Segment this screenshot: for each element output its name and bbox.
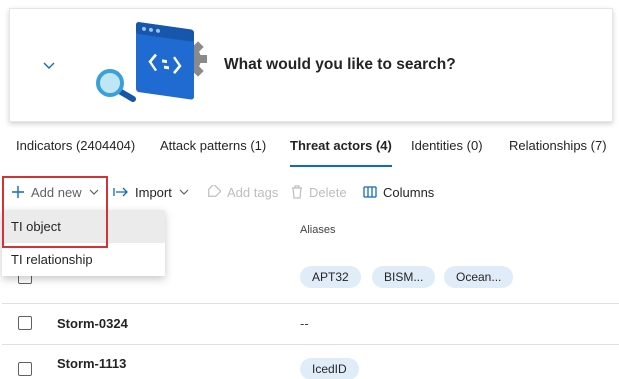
alias-pill[interactable]: IcedID — [300, 358, 359, 379]
add-new-menu: TI object TI relationship — [2, 210, 165, 276]
row-checkbox[interactable] — [18, 316, 32, 330]
chevron-down-icon — [179, 189, 189, 195]
plus-icon — [12, 186, 24, 198]
row-divider — [2, 303, 619, 304]
menu-item-ti-object[interactable]: TI object — [2, 210, 165, 243]
alias-pill[interactable]: Ocean... — [444, 266, 514, 288]
trash-icon — [292, 185, 302, 199]
delete-button[interactable]: Delete — [291, 178, 347, 206]
toolbar: Add new Import Add tags Delete Columns — [0, 178, 619, 206]
alias-pill[interactable]: BISM... — [372, 266, 436, 288]
menu-item-ti-relationship[interactable]: TI relationship — [2, 243, 165, 276]
columns-button[interactable]: Columns — [363, 178, 434, 206]
threat-actor-name[interactable]: Storm-0324 — [57, 316, 128, 331]
add-new-button[interactable]: Add new — [11, 178, 106, 206]
chevron-down-icon[interactable] — [41, 57, 57, 73]
threat-actor-name[interactable]: Storm-1113 — [57, 356, 126, 371]
row-checkbox[interactable] — [18, 362, 32, 376]
tab-attack-patterns[interactable]: Attack patterns (1) — [160, 138, 266, 153]
tab-identities[interactable]: Identities (0) — [411, 138, 483, 153]
aliases-empty: -- — [300, 316, 309, 331]
column-header-aliases[interactable]: Aliases — [300, 224, 335, 236]
chevron-down-icon — [89, 189, 99, 195]
search-prompt: What would you like to search? — [224, 56, 456, 73]
columns-icon — [363, 186, 377, 198]
tab-relationships[interactable]: Relationships (7) — [509, 138, 607, 153]
tab-threat-actors[interactable]: Threat actors (4) — [290, 138, 392, 167]
add-new-label: Add new — [31, 184, 82, 200]
tab-bar: Indicators (2404404) Attack patterns (1)… — [0, 138, 619, 172]
search-illustration — [96, 22, 207, 102]
import-label: Import — [135, 184, 172, 200]
row-divider — [2, 344, 619, 345]
import-icon — [113, 187, 128, 197]
tab-indicators[interactable]: Indicators (2404404) — [16, 138, 135, 153]
search-card: What would you like to search? — [9, 8, 613, 122]
columns-label: Columns — [383, 184, 435, 200]
tag-icon — [208, 185, 221, 197]
add-tags-button[interactable]: Add tags — [206, 178, 278, 206]
alias-pill[interactable]: APT32 — [300, 266, 361, 288]
add-tags-label: Add tags — [227, 184, 279, 200]
import-button[interactable]: Import — [113, 178, 196, 206]
delete-label: Delete — [309, 184, 347, 200]
